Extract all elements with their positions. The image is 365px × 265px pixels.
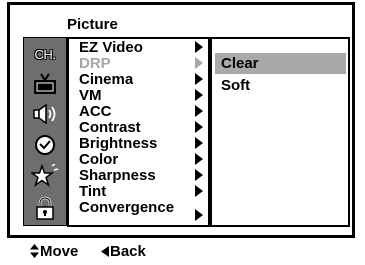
- clock-icon[interactable]: [24, 131, 66, 159]
- menu-title: Picture: [67, 16, 118, 33]
- menu-item-tint[interactable]: Tint: [79, 183, 209, 200]
- submenu-arrow-icon: [195, 209, 203, 221]
- tv-icon[interactable]: [24, 70, 66, 98]
- menu-item-label: Convergence: [79, 199, 175, 216]
- menu-item-label: VM: [79, 87, 102, 104]
- submenu-arrow-icon: [195, 89, 203, 101]
- submenu-arrow-icon: [195, 169, 203, 181]
- menu-item-label: Contrast: [79, 119, 141, 136]
- picture-menu: EZ Video DRP Cinema VM ACC Contrast Brig…: [67, 37, 210, 227]
- submenu-option-label: Soft: [221, 77, 251, 94]
- menu-item-convergence[interactable]: Convergence: [79, 199, 209, 216]
- channel-icon[interactable]: CH.: [24, 40, 66, 68]
- menu-item-label: Sharpness: [79, 167, 156, 184]
- menu-item-label: DRP: [79, 55, 111, 72]
- menu-item-cinema[interactable]: Cinema: [79, 71, 209, 88]
- submenu-arrow-icon: [195, 73, 203, 85]
- submenu-arrow-icon: [195, 57, 203, 69]
- navigation-hint-bar: Move Back: [10, 238, 208, 265]
- submenu-option-label: Clear: [221, 55, 259, 72]
- submenu-arrow-icon: [195, 153, 203, 165]
- menu-item-sharpness[interactable]: Sharpness: [79, 167, 209, 184]
- menu-item-drp: DRP: [79, 55, 209, 72]
- submenu-arrow-icon: [195, 105, 203, 117]
- left-arrow-icon: [101, 246, 109, 257]
- menu-item-acc[interactable]: ACC: [79, 103, 209, 120]
- submenu-option-soft[interactable]: Soft: [215, 75, 346, 96]
- drp-submenu: Clear Soft: [210, 37, 350, 227]
- menu-item-brightness[interactable]: Brightness: [79, 135, 209, 152]
- submenu-arrow-icon: [195, 185, 203, 197]
- menu-item-label: Color: [79, 151, 119, 168]
- menu-item-ez-video[interactable]: EZ Video: [79, 39, 209, 56]
- menu-item-label: EZ Video: [79, 39, 143, 56]
- setup-icon[interactable]: [24, 162, 66, 190]
- submenu-arrow-icon: [195, 137, 203, 149]
- move-hint: Move: [40, 243, 79, 260]
- back-hint: Back: [110, 243, 146, 260]
- submenu-option-clear[interactable]: Clear: [215, 53, 346, 74]
- menu-item-label: ACC: [79, 103, 112, 120]
- menu-item-vm[interactable]: VM: [79, 87, 209, 104]
- sound-icon[interactable]: [24, 100, 66, 128]
- submenu-arrow-icon: [195, 121, 203, 133]
- menu-item-label: Tint: [79, 183, 107, 200]
- menu-item-contrast[interactable]: Contrast: [79, 119, 209, 136]
- menu-item-color[interactable]: Color: [79, 151, 209, 168]
- menu-category-strip: CH.: [23, 37, 67, 226]
- submenu-arrow-icon: [195, 41, 203, 53]
- menu-item-label: Cinema: [79, 71, 134, 88]
- menu-item-label: Brightness: [79, 135, 158, 152]
- lock-icon[interactable]: [24, 194, 66, 222]
- up-down-arrow-icon: [30, 244, 39, 258]
